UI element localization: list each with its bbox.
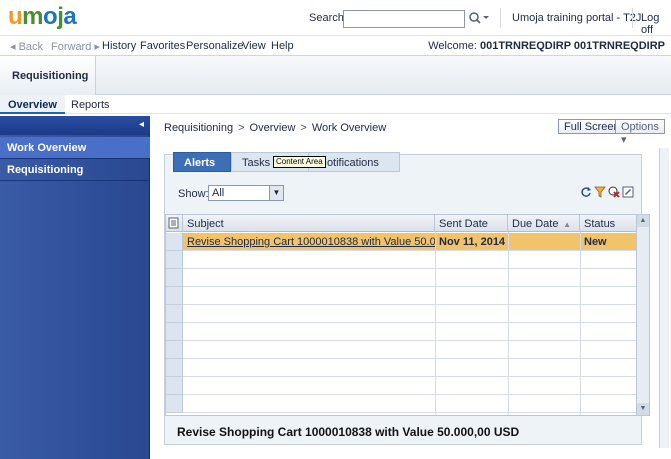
back-button[interactable]: ◂ Back (10, 40, 43, 53)
content-scrollbar[interactable] (659, 148, 669, 448)
help-menu[interactable]: Help (271, 40, 294, 52)
sent-date-cell: Nov 11, 2014 (439, 236, 506, 248)
show-dropdown-value: All (212, 187, 225, 199)
breadcrumb-separator: > (300, 122, 307, 134)
breadcrumb-separator: > (238, 122, 245, 134)
content-area-tooltip: Content Area (273, 156, 326, 168)
delete-alert-icon[interactable] (608, 186, 620, 198)
row-selector[interactable] (166, 377, 183, 395)
row-selector[interactable] (166, 287, 183, 305)
row-selector[interactable] (166, 359, 183, 377)
chevron-down-icon[interactable]: ▼ (269, 186, 283, 200)
column-status[interactable]: Status (580, 215, 636, 232)
show-dropdown[interactable]: All ▼ (208, 185, 284, 201)
column-due-date[interactable]: Due Date ▲ (508, 215, 580, 232)
scroll-down-icon[interactable]: ▼ (637, 403, 649, 415)
column-subject[interactable]: Subject (183, 215, 435, 232)
breadcrumb-item: Work Overview (311, 122, 387, 134)
subject-link[interactable]: Revise Shopping Cart 1000010838 with Val… (183, 233, 435, 251)
tab-reports[interactable]: Reports (63, 95, 118, 114)
sidebar-item-work-overview[interactable]: Work Overview (0, 137, 150, 159)
header-divider (500, 8, 501, 28)
personalize-menu[interactable]: Personalize (186, 40, 243, 52)
empty-table-row (183, 377, 636, 395)
empty-table-row (183, 341, 636, 359)
search-icon[interactable] (468, 11, 490, 27)
breadcrumb-item[interactable]: Overview (250, 122, 296, 134)
empty-table-row (183, 269, 636, 287)
view-menu[interactable]: View (242, 40, 266, 52)
empty-table-row (183, 395, 636, 413)
top-header: umoja Search: Umoja training portal - T2… (0, 0, 671, 36)
table-settings-icon[interactable] (166, 215, 183, 232)
refresh-icon[interactable] (580, 186, 592, 198)
empty-table-row (183, 251, 636, 269)
column-sent-date[interactable]: Sent Date (435, 215, 508, 232)
empty-table-row (183, 359, 636, 377)
options-button[interactable]: Options ▾ (615, 119, 665, 146)
column-due-date-label: Due Date (512, 218, 559, 230)
breadcrumb: Requisitioning > Overview > Work Overview (164, 122, 386, 134)
tab-requisitioning[interactable]: Requisitioning (0, 56, 96, 95)
browser-nav-bar: ◂ Back Forward ▸ History Favorites Perso… (0, 36, 671, 56)
tab-overview[interactable]: Overview (0, 95, 65, 114)
sort-ascending-icon[interactable]: ▲ (563, 220, 571, 229)
alert-detail-title: Revise Shopping Cart 1000010838 with Val… (177, 425, 520, 439)
row-selector[interactable] (166, 251, 183, 269)
collapse-icon[interactable]: ◂ (139, 119, 144, 130)
show-label: Show: (178, 188, 209, 200)
scroll-up-icon[interactable]: ▲ (637, 215, 649, 227)
row-selector[interactable] (166, 305, 183, 323)
table-row[interactable]: Revise Shopping Cart 1000010838 with Val… (183, 233, 636, 251)
empty-table-row (183, 323, 636, 341)
second-level-navigation: Overview Reports (0, 95, 671, 114)
top-level-navigation: Requisitioning (0, 56, 671, 95)
search-label: Search: (309, 12, 347, 24)
welcome-text: Welcome: 001TRNREQDIRP 001TRNREQDIRP (428, 40, 665, 52)
logoff-link[interactable]: Log off (641, 12, 671, 36)
search-input[interactable] (343, 10, 465, 28)
row-selector[interactable] (166, 341, 183, 359)
empty-table-row (183, 305, 636, 323)
breadcrumb-item[interactable]: Requisitioning (164, 122, 233, 134)
welcome-label: Welcome: (428, 40, 477, 52)
empty-table-row (183, 287, 636, 305)
tab-alerts[interactable]: Alerts (173, 152, 231, 172)
row-selector[interactable] (166, 323, 183, 341)
umoja-logo[interactable]: umoja (8, 3, 77, 31)
row-selector[interactable] (166, 233, 183, 251)
alerts-table: Subject Sent Date Due Date ▲ Status Revi… (165, 214, 637, 416)
table-header: Subject Sent Date Due Date ▲ Status (166, 215, 636, 232)
sidebar-item-requisitioning[interactable]: Requisitioning (0, 159, 150, 181)
history-menu[interactable]: History (102, 40, 136, 52)
table-scrollbar[interactable]: ▲ ▼ (636, 214, 650, 416)
filter-icon[interactable] (594, 186, 606, 198)
row-selector[interactable] (166, 269, 183, 287)
row-selector[interactable] (166, 395, 183, 413)
forward-button[interactable]: Forward ▸ (51, 40, 100, 53)
settings-icon[interactable] (622, 186, 634, 198)
detailed-navigation: ◂ Work Overview Requisitioning (0, 116, 150, 459)
header-divider (632, 8, 633, 28)
portal-name: Umoja training portal - T2J (512, 12, 642, 24)
status-cell: New (584, 236, 607, 248)
due-date-cell (508, 233, 580, 251)
favorites-menu[interactable]: Favorites (140, 40, 185, 52)
welcome-user: 001TRNREQDIRP 001TRNREQDIRP (479, 40, 665, 52)
sidebar-header: ◂ (0, 116, 150, 135)
